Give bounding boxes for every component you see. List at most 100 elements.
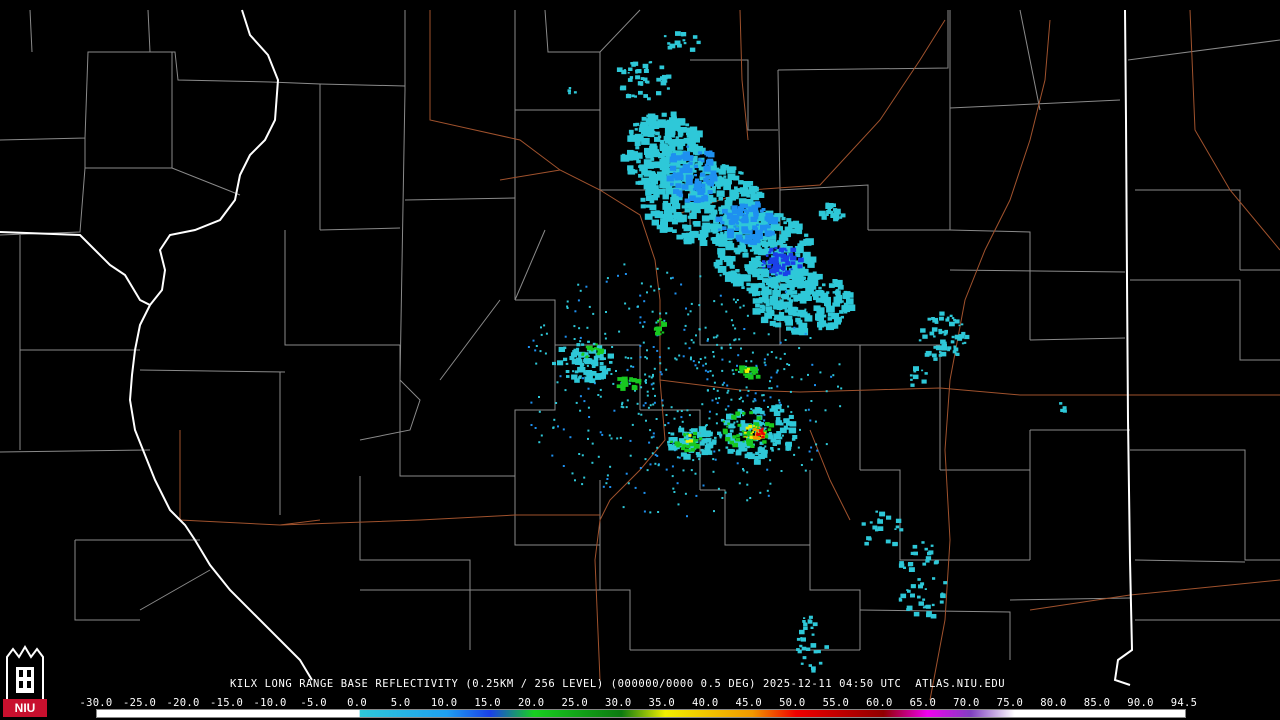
echo-clutter: [718, 397, 721, 400]
colorscale-label: 90.0: [1127, 697, 1154, 709]
echo-heavy: [791, 257, 794, 260]
echo-light: [657, 135, 662, 138]
county-line: [1135, 189, 1241, 270]
echo-light: [920, 328, 926, 333]
echo-clutter: [625, 406, 628, 409]
colorscale-bar: [96, 709, 1186, 718]
echo-light: [735, 450, 742, 456]
echo-clutter: [578, 327, 581, 330]
echo-clutter: [661, 404, 664, 407]
echo-clutter: [778, 399, 781, 402]
echo-clutter: [776, 369, 779, 372]
echo-clutter: [612, 382, 615, 385]
echo-light: [802, 656, 807, 660]
echo-clutter: [747, 390, 750, 392]
echo-clutter: [540, 333, 543, 336]
echo-light: [811, 669, 816, 673]
echo-clutter: [753, 332, 756, 335]
echo-clutter: [727, 405, 730, 408]
echo-clutter: [647, 406, 650, 409]
echo-light: [754, 456, 759, 459]
county-line: [515, 299, 600, 346]
echo-light: [939, 311, 945, 316]
echo-light: [593, 363, 597, 367]
echo-medium: [748, 230, 753, 234]
echo-medium: [689, 195, 696, 202]
echo-clutter: [627, 482, 630, 485]
echo-light: [638, 165, 642, 168]
echo-clutter: [579, 336, 582, 339]
echo-light: [796, 297, 800, 301]
echo-clutter: [642, 325, 644, 328]
echo-clutter: [639, 294, 642, 297]
echo-light: [683, 452, 687, 456]
echo-light: [924, 372, 928, 375]
echo-light: [788, 299, 793, 303]
echo-light: [834, 290, 841, 295]
echo-light: [783, 237, 789, 241]
echo-clutter: [684, 324, 687, 327]
echo-clutter: [715, 422, 718, 425]
echo-clutter: [680, 410, 683, 412]
echo-light: [774, 314, 780, 320]
echo-clutter: [642, 341, 645, 344]
echo-clutter: [775, 371, 778, 374]
echo-clutter: [538, 410, 541, 413]
echo-light: [640, 204, 646, 209]
echo-clutter: [804, 469, 807, 472]
echo-light: [650, 178, 658, 185]
echo-light: [663, 35, 667, 38]
echo-clutter: [810, 458, 813, 461]
county-line: [1029, 337, 1126, 341]
echo-clutter: [713, 510, 715, 513]
echo-light: [922, 334, 928, 339]
echo-light: [832, 291, 836, 294]
echo-heavy: [775, 273, 778, 276]
echo-yellow: [744, 436, 746, 438]
echo-clutter: [694, 364, 697, 367]
echo-clutter: [726, 384, 729, 387]
echo-light: [640, 121, 649, 129]
colorscale-label: -10.0: [253, 697, 287, 709]
echo-clutter: [745, 360, 748, 363]
echo-light: [664, 80, 668, 83]
echo-clutter: [800, 378, 803, 381]
echo-clutter: [750, 408, 753, 411]
echo-light: [642, 129, 649, 135]
echo-light: [672, 139, 679, 145]
echo-heavy: [786, 261, 790, 264]
echo-clutter: [530, 401, 533, 404]
echo-medium: [709, 174, 718, 181]
echo-light: [933, 357, 938, 361]
colorscale-label: 80.0: [1040, 697, 1067, 709]
echo-light: [872, 525, 878, 530]
echo-green: [767, 428, 772, 432]
echo-clutter: [814, 420, 817, 423]
echo-clutter: [790, 411, 793, 414]
echo-clutter: [587, 429, 590, 432]
echo-green: [698, 437, 703, 440]
echo-light: [910, 378, 913, 381]
echo-clutter: [690, 339, 693, 342]
echo-heavy: [768, 251, 772, 254]
echo-light: [810, 643, 817, 648]
echo-clutter: [712, 470, 715, 473]
echo-light: [726, 166, 736, 174]
county-line: [514, 476, 601, 546]
echo-clutter: [609, 465, 612, 468]
echo-light: [683, 237, 692, 245]
echo-clutter: [659, 312, 662, 315]
echo-light: [743, 184, 748, 188]
echo-light: [629, 156, 634, 159]
echo-clutter: [604, 337, 607, 340]
echo-clutter: [575, 401, 578, 404]
echo-green: [660, 321, 663, 323]
echo-light: [609, 361, 613, 364]
echo-clutter: [632, 365, 635, 368]
echo-clutter: [712, 336, 715, 339]
echo-green: [752, 366, 758, 372]
echo-green: [659, 318, 662, 321]
echo-clutter: [642, 404, 645, 407]
echo-light: [938, 328, 943, 332]
echo-clutter: [587, 387, 590, 390]
